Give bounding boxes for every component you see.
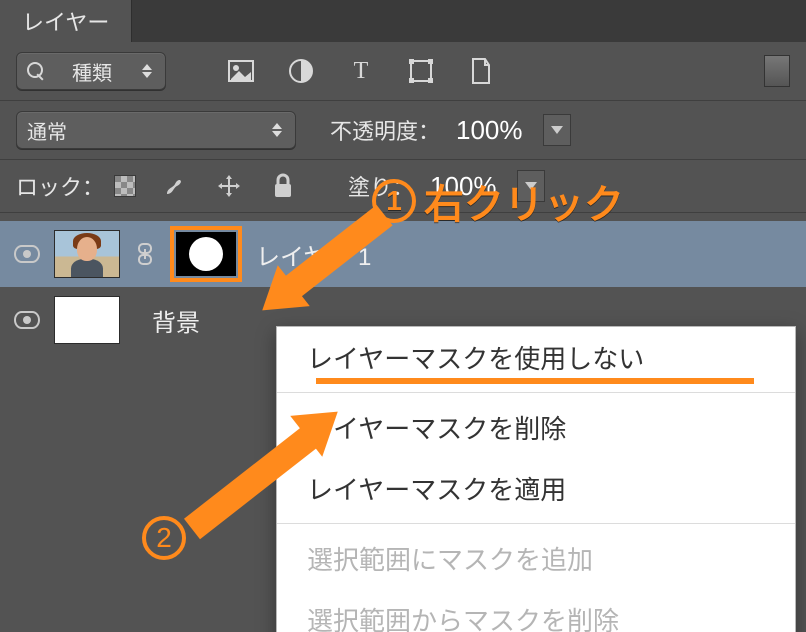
layer-thumbnail[interactable] <box>54 296 120 344</box>
filter-toggle-switch[interactable] <box>764 55 790 87</box>
ctx-item-label: レイヤーマスクを使用しない <box>307 344 644 374</box>
context-menu-separator <box>277 392 795 393</box>
opacity-value[interactable]: 100% <box>456 115 523 146</box>
lock-label: ロック： <box>16 170 104 202</box>
opacity-label: 不透明度： <box>330 114 440 146</box>
image-filter-icon[interactable] <box>226 58 256 84</box>
updown-icon <box>269 123 285 137</box>
ctx-item-label: 選択範囲にマスクを追加 <box>307 545 593 575</box>
mask-link-icon[interactable] <box>134 243 156 265</box>
layer-name-label[interactable]: レイヤー 1 <box>256 237 371 272</box>
layer-row[interactable]: レイヤー 1 <box>0 221 806 287</box>
blend-row: 通常 不透明度： 100% <box>0 101 806 160</box>
annotation-underline <box>316 378 754 384</box>
adjustment-filter-icon[interactable] <box>286 58 316 84</box>
blend-mode-dropdown[interactable]: 通常 <box>16 111 296 149</box>
visibility-toggle-icon[interactable] <box>14 311 40 329</box>
panel-tab-label: レイヤー <box>22 5 109 37</box>
ctx-item-label: レイヤーマスクを削除 <box>307 414 566 444</box>
fill-dropdown-button[interactable] <box>517 170 545 202</box>
lock-transparent-icon[interactable] <box>114 175 136 197</box>
ctx-item-add-mask-selection: 選択範囲にマスクを追加 <box>277 528 795 589</box>
ctx-item-label: 選択範囲からマスクを削除 <box>307 606 619 632</box>
filter-kind-dropdown[interactable]: 種類 <box>16 52 166 90</box>
lock-row: ロック： 塗り： 100% <box>0 160 806 213</box>
fill-label: 塗り： <box>348 170 414 202</box>
panel-tabbar: レイヤー <box>0 0 806 42</box>
layer-mask-thumbnail[interactable] <box>170 226 242 282</box>
ctx-item-subtract-mask-selection: 選択範囲からマスクを削除 <box>277 589 795 632</box>
type-filter-icon[interactable]: T <box>346 58 376 84</box>
updown-icon <box>139 64 155 78</box>
ctx-item-label: レイヤーマスクを適用 <box>307 475 566 505</box>
visibility-toggle-icon[interactable] <box>14 245 40 263</box>
ctx-item-delete-mask[interactable]: レイヤーマスクを削除 <box>277 397 795 458</box>
annotation-step2: 2 <box>142 516 186 560</box>
context-menu: レイヤーマスクを使用しない レイヤーマスクを削除 レイヤーマスクを適用 選択範囲… <box>276 326 796 632</box>
filter-row: 種類 T <box>0 42 806 101</box>
blend-mode-value: 通常 <box>27 116 67 145</box>
opacity-dropdown-button[interactable] <box>543 114 571 146</box>
layer-name-label[interactable]: 背景 <box>152 303 200 338</box>
search-icon <box>27 62 45 80</box>
smartobj-filter-icon[interactable] <box>466 58 496 84</box>
context-menu-separator <box>277 523 795 524</box>
lock-all-icon[interactable] <box>268 173 298 199</box>
layer-thumbnail[interactable] <box>54 230 120 278</box>
panel-tab-layers[interactable]: レイヤー <box>0 0 132 42</box>
filter-kind-label: 種類 <box>72 57 112 86</box>
lock-brush-icon[interactable] <box>160 173 190 199</box>
fill-value[interactable]: 100% <box>430 171 497 202</box>
lock-move-icon[interactable] <box>214 173 244 199</box>
annotation-step2-badge: 2 <box>142 516 186 560</box>
filter-type-icons: T <box>226 58 496 84</box>
ctx-item-apply-mask[interactable]: レイヤーマスクを適用 <box>277 458 795 519</box>
shape-filter-icon[interactable] <box>406 58 436 84</box>
